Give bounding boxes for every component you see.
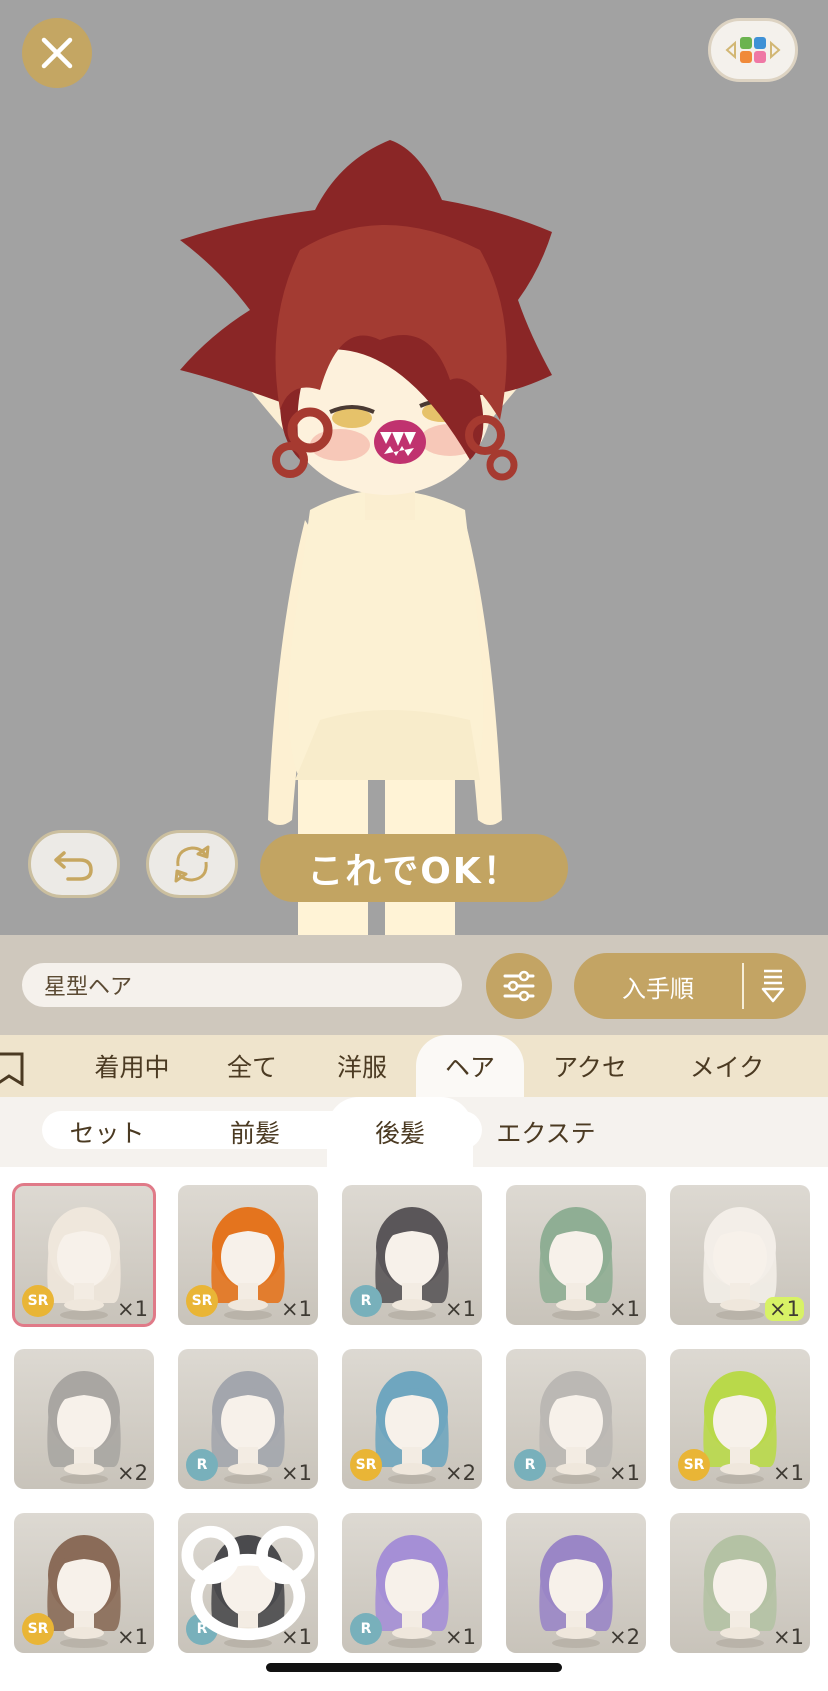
tab-clothes[interactable]: 洋服: [310, 1035, 414, 1097]
tab-hair[interactable]: ヘア: [416, 1035, 524, 1097]
item-quantity: ×1: [609, 1297, 640, 1321]
rarity-badge: SR: [678, 1449, 710, 1481]
refresh-icon: [174, 845, 210, 883]
subcategory-tabs: セット 前髪 後髪 エクステ: [0, 1097, 828, 1167]
hair-item[interactable]: SR ×1: [670, 1349, 810, 1489]
rarity-badge: SR: [22, 1285, 54, 1317]
hair-item[interactable]: R ×1: [342, 1513, 482, 1653]
hair-item[interactable]: SR ×1: [178, 1185, 318, 1325]
item-quantity: ×1: [445, 1625, 476, 1649]
sort-button[interactable]: 入手順: [574, 953, 806, 1019]
sliders-icon: [503, 970, 535, 1002]
sort-order-icon: [761, 969, 785, 1003]
tab-accessories[interactable]: アクセ: [538, 1035, 642, 1097]
search-input[interactable]: 星型ヘア: [22, 963, 462, 1007]
hair-item[interactable]: R ×1: [506, 1349, 646, 1489]
hair-item[interactable]: R ×1: [342, 1185, 482, 1325]
sort-label: 入手順: [622, 974, 694, 1003]
filter-button[interactable]: [486, 953, 552, 1019]
rarity-badge: SR: [22, 1613, 54, 1645]
category-tabs: 着用中 全て 洋服 ヘア アクセ メイク: [0, 1035, 828, 1097]
item-quantity: ×1: [117, 1297, 148, 1321]
item-quantity: ×1: [445, 1297, 476, 1321]
hair-item[interactable]: R ×1: [178, 1513, 318, 1653]
item-quantity: ×1: [609, 1461, 640, 1485]
hair-item[interactable]: SR ×1: [12, 1183, 156, 1327]
hair-item[interactable]: SR ×2: [342, 1349, 482, 1489]
item-quantity: ×1: [773, 1461, 804, 1485]
hair-item[interactable]: R ×1: [178, 1349, 318, 1489]
closet-toolbar: 星型ヘア 入手順: [0, 935, 828, 1035]
tab-makeup[interactable]: メイク: [670, 1035, 784, 1097]
rarity-badge: R: [350, 1613, 382, 1645]
rarity-badge: SR: [186, 1285, 218, 1317]
hair-item[interactable]: ×1: [670, 1185, 810, 1325]
hair-item[interactable]: ×2: [14, 1349, 154, 1489]
hair-item[interactable]: ×1: [506, 1185, 646, 1325]
hair-item[interactable]: SR ×1: [14, 1513, 154, 1653]
rarity-badge: R: [514, 1449, 546, 1481]
rarity-badge: R: [186, 1449, 218, 1481]
background-color-icon: [725, 37, 781, 63]
item-quantity: ×2: [609, 1625, 640, 1649]
subtab-front-hair[interactable]: 前髪: [200, 1097, 310, 1167]
avatar-character: [180, 140, 552, 935]
refresh-button[interactable]: [146, 830, 238, 898]
home-indicator: [266, 1663, 562, 1672]
background-color-button[interactable]: [708, 18, 798, 82]
item-quantity: ×2: [445, 1461, 476, 1485]
item-quantity: ×1: [773, 1625, 804, 1649]
item-quantity: ×2: [117, 1461, 148, 1485]
item-quantity: ×1: [281, 1461, 312, 1485]
undo-button[interactable]: [28, 830, 120, 898]
rarity-badge: SR: [350, 1449, 382, 1481]
item-quantity: ×1: [281, 1297, 312, 1321]
tab-all[interactable]: 全て: [200, 1035, 304, 1097]
avatar-stage: これでOK！: [0, 0, 828, 935]
close-button[interactable]: [22, 18, 92, 88]
hair-item[interactable]: ×2: [506, 1513, 646, 1653]
subtab-back-hair[interactable]: 後髪: [327, 1097, 473, 1167]
confirm-ok-button[interactable]: これでOK！: [260, 834, 568, 902]
hair-item[interactable]: ×1: [670, 1513, 810, 1653]
subtab-set[interactable]: セット: [52, 1097, 162, 1167]
item-quantity: ×1: [117, 1625, 148, 1649]
item-grid: SR ×1 SR ×1 R ×1 ×1 ×1 ×2 R ×1 SR ×2 R ×1 SR ×1 SR ×1 R ×1 R ×…: [0, 1167, 828, 1691]
subtab-extension[interactable]: エクステ: [482, 1097, 610, 1167]
bookmark-icon[interactable]: [0, 1052, 26, 1086]
item-quantity: ×1: [765, 1297, 804, 1321]
undo-icon: [54, 851, 93, 881]
sort-divider: [742, 963, 744, 1009]
item-quantity: ×1: [281, 1625, 312, 1649]
close-icon: [41, 37, 73, 69]
rarity-badge: R: [350, 1285, 382, 1317]
tab-wearing[interactable]: 着用中: [80, 1035, 184, 1097]
